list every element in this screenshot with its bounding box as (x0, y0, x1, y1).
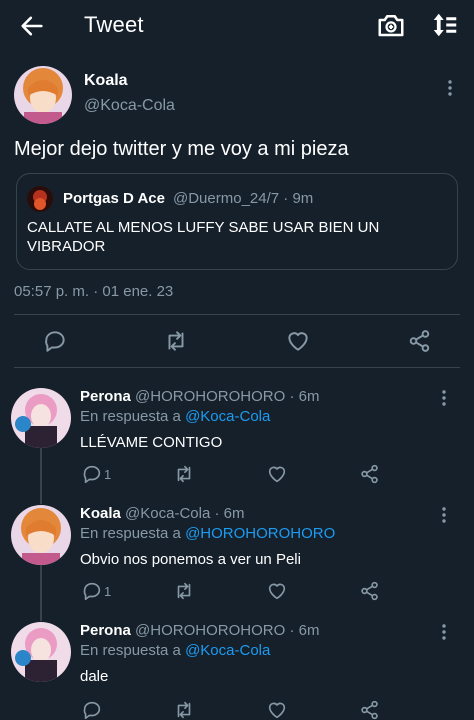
reply-tweet[interactable]: Perona @HOROHOROHORO · 6m En respuesta a… (0, 388, 474, 506)
reply-icon[interactable] (81, 580, 103, 602)
share-icon[interactable] (407, 328, 433, 354)
reply-text: dale (80, 668, 109, 685)
reply-text: LLÉVAME CONTIGO (80, 434, 223, 451)
author-name[interactable]: Koala (84, 72, 128, 90)
avatar[interactable] (11, 505, 71, 565)
sort-arrows-icon[interactable] (430, 10, 460, 40)
avatar[interactable] (11, 622, 71, 682)
quote-avatar (27, 186, 53, 212)
reply-header: Koala @Koca-Cola · 6m (80, 505, 244, 522)
share-icon[interactable] (359, 580, 381, 602)
author-handle[interactable]: @Koca-Cola (125, 505, 210, 522)
author-name[interactable]: Perona (80, 388, 131, 405)
more-options-icon[interactable] (436, 622, 452, 642)
avatar[interactable] (11, 388, 71, 448)
retweet-icon[interactable] (173, 580, 195, 602)
quote-handle-text: @Duermo_24/7 (173, 190, 280, 207)
camera-plus-icon[interactable] (376, 10, 406, 40)
reply-tweet[interactable]: Perona @HOROHOROHORO · 6m En respuesta a… (0, 622, 474, 720)
divider (14, 314, 460, 315)
more-options-icon[interactable] (436, 505, 452, 525)
divider (14, 367, 460, 368)
reply-tweet[interactable]: Koala @Koca-Cola · 6m En respuesta a @HO… (0, 505, 474, 623)
reply-time: · 6m (289, 388, 320, 405)
reply-text: Obvio nos ponemos a ver un Peli (80, 551, 301, 568)
in-reply-prefix: En respuesta a (80, 408, 181, 425)
author-name[interactable]: Koala (80, 505, 121, 522)
author-handle[interactable]: @Koca-Cola (84, 97, 175, 115)
in-reply-to: En respuesta a @Koca-Cola (80, 408, 270, 425)
reply-time: · 6m (289, 622, 320, 639)
reply-icon[interactable] (81, 463, 103, 485)
avatar[interactable] (14, 66, 72, 124)
more-options-icon[interactable] (436, 388, 452, 408)
author-handle[interactable]: @HOROHOROHORO (135, 622, 285, 639)
share-icon[interactable] (359, 463, 381, 485)
author-handle[interactable]: @HOROHOROHORO (135, 388, 285, 405)
reply-count: 1 (104, 467, 112, 482)
reply-icon[interactable] (42, 328, 68, 354)
tweet-text: Mejor dejo twitter y me voy a mi pieza (14, 138, 349, 160)
reply-count: 1 (104, 584, 112, 599)
reply-header: Perona @HOROHOROHORO · 6m (80, 622, 319, 639)
in-reply-prefix: En respuesta a (80, 525, 181, 542)
in-reply-prefix: En respuesta a (80, 642, 181, 659)
author-name[interactable]: Perona (80, 622, 131, 639)
mention-link[interactable]: @Koca-Cola (185, 408, 270, 425)
in-reply-to: En respuesta a @HOROHOROHORO (80, 525, 335, 542)
top-app-bar: Tweet (0, 0, 474, 52)
retweet-icon[interactable] (173, 463, 195, 485)
reply-icon[interactable] (81, 699, 103, 720)
in-reply-to: En respuesta a @Koca-Cola (80, 642, 270, 659)
like-heart-icon[interactable] (266, 580, 288, 602)
quote-text: CALLATE AL MENOS LUFFY SABE USAR BIEN UN… (27, 219, 380, 255)
like-heart-icon[interactable] (266, 699, 288, 720)
retweet-icon[interactable] (163, 328, 189, 354)
mention-link[interactable]: @HOROHOROHORO (185, 525, 335, 542)
share-icon[interactable] (359, 699, 381, 720)
mention-link[interactable]: @Koca-Cola (185, 642, 270, 659)
reply-time: · 6m (214, 505, 245, 522)
page-title: Tweet (84, 12, 144, 37)
like-heart-icon[interactable] (266, 463, 288, 485)
quote-author-handle: @Duermo_24/7 · 9m (173, 190, 313, 207)
arrow-left-icon[interactable] (18, 12, 46, 40)
retweet-icon[interactable] (173, 699, 195, 720)
tweet-timestamp: 05:57 p. m. · 01 ene. 23 (14, 283, 174, 300)
main-tweet: Koala @Koca-Cola Mejor dejo twitter y me… (0, 60, 474, 370)
more-options-icon[interactable] (442, 78, 458, 98)
reply-header: Perona @HOROHOROHORO · 6m (80, 388, 319, 405)
quote-time: · 9m (283, 190, 314, 207)
quote-author-name: Portgas D Ace (63, 190, 165, 207)
quoted-tweet[interactable]: Portgas D Ace @Duermo_24/7 · 9m CALLATE … (16, 173, 458, 270)
like-heart-icon[interactable] (285, 328, 311, 354)
